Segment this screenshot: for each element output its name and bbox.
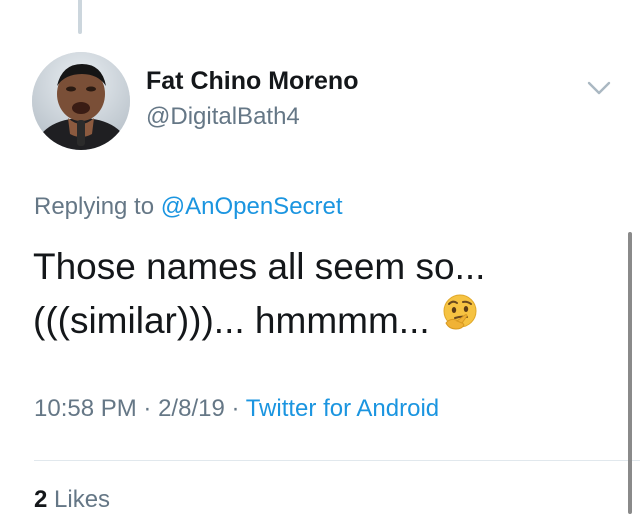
author-handle[interactable]: @DigitalBath4 [146, 103, 300, 131]
tweet-text: Those names all seem so... (((similar)))… [33, 240, 593, 348]
likes-label: Likes [54, 486, 111, 513]
tweet-text-line-2: (((similar)))... hmmmm... [33, 294, 593, 348]
replying-to-mention-link[interactable]: @AnOpenSecret [161, 193, 343, 220]
likes-count-link[interactable]: 2 Likes [34, 486, 110, 514]
likes-count: 2 [34, 486, 48, 513]
meta-separator: · [231, 395, 240, 422]
thinking-face-icon [440, 293, 480, 348]
thread-connector-line [78, 0, 82, 34]
author-display-name[interactable]: Fat Chino Moreno [146, 67, 358, 96]
tweet-options-chevron-down-icon[interactable] [584, 78, 614, 98]
replying-to-line: Replying to @AnOpenSecret [34, 193, 343, 221]
replying-to-label: Replying to [34, 193, 155, 220]
avatar[interactable] [32, 52, 130, 150]
tweet-meta: 10:58 PM · 2/8/19 · Twitter for Android [34, 395, 439, 423]
meta-separator: · [143, 395, 152, 422]
divider [34, 460, 640, 461]
tweet-time[interactable]: 10:58 PM [34, 395, 137, 422]
tweet-date[interactable]: 2/8/19 [158, 395, 225, 422]
tweet-text-line-1: Those names all seem so... [33, 246, 486, 287]
scrollbar[interactable] [628, 232, 632, 514]
tweet-text-line-2-text: (((similar)))... hmmmm... [33, 300, 430, 341]
tweet-source-link[interactable]: Twitter for Android [246, 395, 439, 422]
